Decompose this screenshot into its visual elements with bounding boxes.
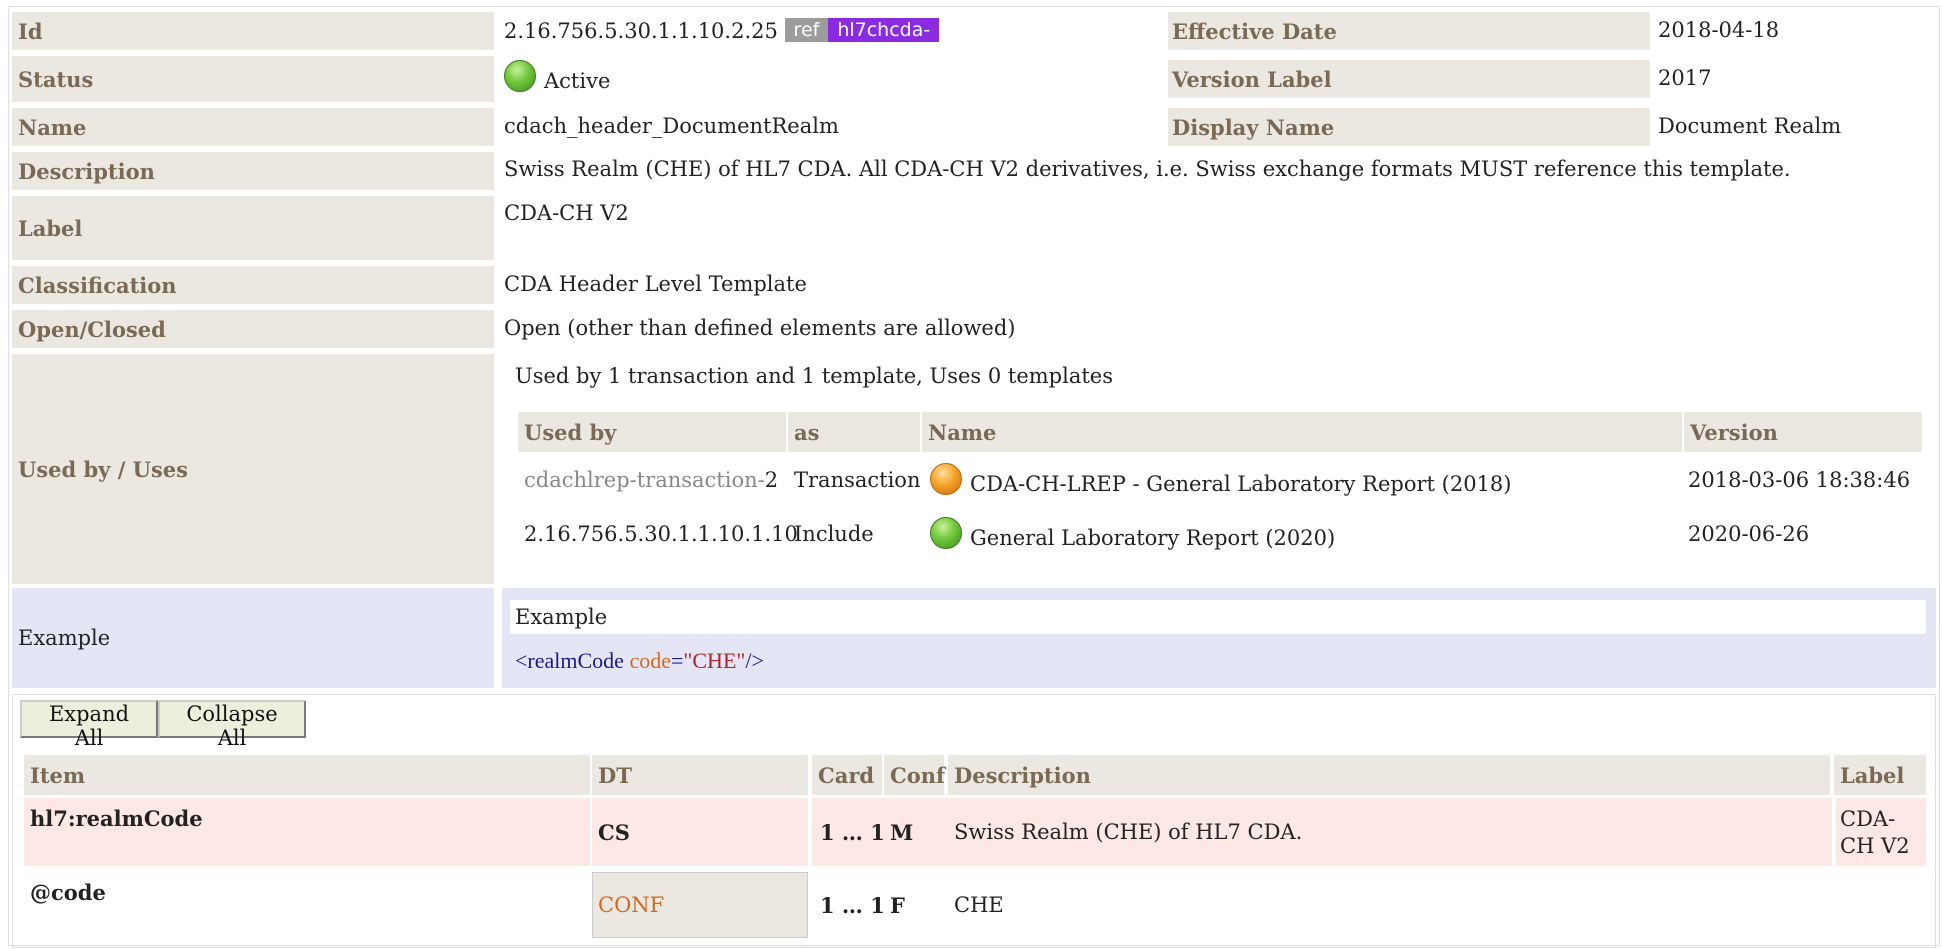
label-label: Label xyxy=(12,196,494,260)
status-label: Status xyxy=(12,56,494,102)
name-value: cdach_header_DocumentRealm xyxy=(504,114,839,138)
items-row-2-dt: CONF xyxy=(598,893,665,917)
used-by-label: Used by / Uses xyxy=(12,354,494,584)
used-by-row-1-id-prefix: cdachlrep-transaction- xyxy=(524,468,765,492)
items-header-label: Label xyxy=(1834,755,1926,795)
classification-label: Classification xyxy=(12,266,494,304)
used-by-row-2-id[interactable]: 2.16.756.5.30.1.1.10.1.10 xyxy=(524,522,798,546)
items-row-2-card: 1 … 1 xyxy=(820,893,885,918)
used-by-row-2-name-wrap[interactable]: General Laboratory Report (2020) xyxy=(930,517,1335,550)
example-title: Example xyxy=(510,600,1926,634)
items-row-1-dt: CS xyxy=(598,820,630,845)
id-value: 2.16.756.5.30.1.1.10.2.25 xyxy=(504,19,778,43)
expand-all-button[interactable]: Expand All xyxy=(20,700,158,750)
code-end: /> xyxy=(745,648,764,673)
name-label: Name xyxy=(12,108,494,146)
items-row-2-item[interactable]: @code xyxy=(30,880,106,905)
code-lt: < xyxy=(515,648,528,673)
used-by-row-1-name: CDA-CH-LREP - General Laboratory Report … xyxy=(970,472,1512,496)
used-by-header-name: Name xyxy=(922,412,1682,452)
prefix-badge: hl7chcda- xyxy=(828,18,940,42)
used-by-row-2-version: 2020-06-26 xyxy=(1688,522,1810,546)
used-by-row-1-id-suffix: 2 xyxy=(764,468,779,492)
used-by-row-1-name-wrap[interactable]: CDA-CH-LREP - General Laboratory Report … xyxy=(930,463,1512,496)
classification-value: CDA Header Level Template xyxy=(504,272,807,296)
code-val: "CHE" xyxy=(683,648,746,673)
effective-date-label: Effective Date xyxy=(1168,12,1650,50)
items-row-1-description: Swiss Realm (CHE) of HL7 CDA. xyxy=(954,820,1303,844)
used-by-row-2-name: General Laboratory Report (2020) xyxy=(970,526,1336,550)
example-label: Example xyxy=(12,588,494,688)
used-by-row-2-as: Include xyxy=(794,522,874,546)
items-row-1-gap xyxy=(1832,798,1836,866)
open-closed-label: Open/Closed xyxy=(12,310,494,348)
collapse-all-button[interactable]: Collapse All xyxy=(158,700,306,750)
ref-badge: ref xyxy=(784,18,829,42)
items-row-2-conf: F xyxy=(890,893,905,918)
code-tag: realmCode xyxy=(527,648,624,673)
used-by-header-used-by: Used by xyxy=(518,412,786,452)
version-label-value: 2017 xyxy=(1658,66,1712,90)
items-header-card: Card xyxy=(812,755,882,795)
items-header-dt: DT xyxy=(592,755,808,795)
example-code: <realmCode code="CHE"/> xyxy=(515,648,764,674)
items-header-conf: Conf xyxy=(884,755,945,795)
items-row-2-description: CHE xyxy=(954,893,1004,917)
status-active-icon xyxy=(930,517,962,549)
label-value: CDA-CH V2 xyxy=(504,201,629,225)
version-label-label: Version Label xyxy=(1168,60,1650,98)
effective-date-value: 2018-04-18 xyxy=(1658,18,1780,42)
items-row-1-card: 1 … 1 xyxy=(820,820,885,845)
id-value-wrap: 2.16.756.5.30.1.1.10.2.25 ref hl7chcda- xyxy=(504,18,940,43)
items-row-1-conf: M xyxy=(890,820,914,845)
used-by-row-1-as: Transaction xyxy=(794,468,921,492)
code-attr: code xyxy=(629,648,671,673)
status-active-icon xyxy=(504,60,536,92)
used-by-row-1-version: 2018-03-06 18:38:46 xyxy=(1688,468,1911,492)
used-by-summary: Used by 1 transaction and 1 template, Us… xyxy=(515,364,1113,388)
status-draft-icon xyxy=(930,463,962,495)
used-by-header-as: as xyxy=(788,412,920,452)
status-value: Active xyxy=(544,69,611,93)
status-value-wrap: Active xyxy=(504,60,610,93)
description-value: Swiss Realm (CHE) of HL7 CDA. All CDA-CH… xyxy=(504,157,1791,181)
items-header-item: Item xyxy=(24,755,590,795)
items-header-description: Description xyxy=(948,755,1830,795)
display-name-value: Document Realm xyxy=(1658,114,1842,138)
items-row-1-label: CDA-CH V2 xyxy=(1840,807,1910,858)
open-closed-value: Open (other than defined elements are al… xyxy=(504,316,1016,340)
code-eq: = xyxy=(670,648,684,673)
items-row-1-item[interactable]: hl7:realmCode xyxy=(30,806,203,831)
id-label: Id xyxy=(12,12,494,50)
used-by-header-version: Version xyxy=(1684,412,1922,452)
used-by-row-1-id[interactable]: cdachlrep-transaction-2 xyxy=(524,468,778,492)
used-by-row-2-id-suffix: 2.16.756.5.30.1.1.10.1.10 xyxy=(524,522,798,546)
display-name-label: Display Name xyxy=(1168,108,1650,146)
description-label: Description xyxy=(12,152,494,190)
